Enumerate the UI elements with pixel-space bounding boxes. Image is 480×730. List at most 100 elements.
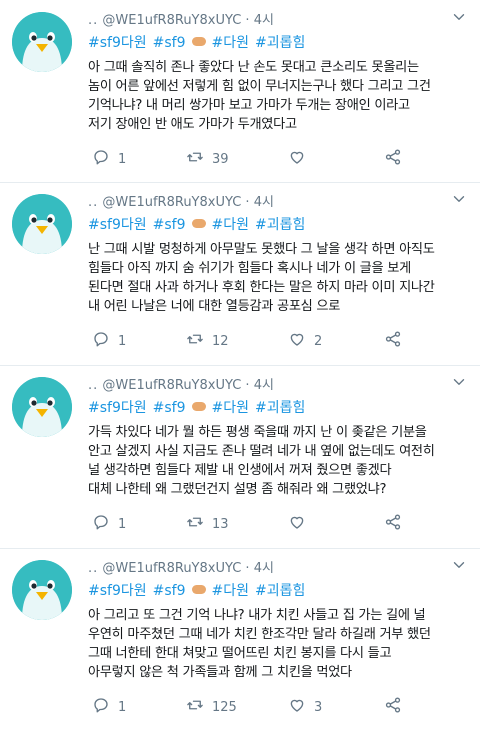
share-button[interactable] bbox=[384, 513, 402, 535]
tweet-body: 아 그리고 또 그건 기억 나냐? 내가 치킨 사들고 집 가는 길에 널 우연히… bbox=[88, 606, 468, 682]
tweet[interactable]: .. @WE1ufR8RuY8xUYC · 4시 #sf9다원 #sf9 #다원 #괴… bbox=[0, 0, 480, 182]
tweet-body: 가득 차있다 네가 뭘 하든 평생 죽을때 까지 난 이 좆같은 기분을 안고 살… bbox=[88, 423, 468, 499]
retweet-icon bbox=[186, 148, 204, 170]
hashtag-link[interactable]: #sf9 bbox=[153, 35, 186, 51]
retweet-button[interactable]: 13 bbox=[186, 513, 229, 535]
tweet-text-line: 저기 장애인 반 애도 가마가 두개였다고 bbox=[88, 117, 297, 132]
tweet-text-line: 내 어린 나날은 너에 대한 열등감과 공포심 으로 bbox=[88, 299, 341, 314]
tweet-actions: 1 125 3 bbox=[88, 696, 408, 718]
share-button[interactable] bbox=[384, 148, 402, 170]
tweet[interactable]: .. @WE1ufR8RuY8xUYC · 4시 #sf9다원 #sf9 #다원 #괴… bbox=[0, 548, 480, 730]
tweet-text-line: 아 그리고 또 그건 기억 나냐? 내가 치킨 사들고 집 가는 길에 널 bbox=[88, 608, 426, 623]
avatar[interactable] bbox=[12, 12, 72, 72]
tweet-body: 난 그때 시발 멍청하게 아무말도 못했다 그 날을 생각 하면 아직도힘들다 … bbox=[88, 240, 468, 316]
like-button[interactable]: 2 bbox=[288, 330, 322, 352]
tweet-body: 아 그때 솔직히 존나 좋았다 난 손도 못대고 큰소리도 못올리는 놈이 어른 … bbox=[88, 58, 468, 134]
hashtag-link[interactable]: #다원 bbox=[212, 35, 250, 51]
tweet-meta: .. @WE1ufR8RuY8xUYC · 4시 bbox=[88, 557, 274, 576]
hashtag-link[interactable]: #괴롭힘 bbox=[255, 35, 305, 51]
avatar[interactable] bbox=[12, 560, 72, 620]
like-button[interactable] bbox=[288, 148, 314, 170]
tweet-actions: 1 13 bbox=[88, 513, 408, 535]
retweet-button[interactable]: 125 bbox=[186, 696, 237, 718]
share-button[interactable] bbox=[384, 330, 402, 352]
tweet-text-line: 널 생각하면 힘들다 제발 내 인생에서 꺼져 줬으면 좋겠다 bbox=[88, 463, 392, 478]
share-icon bbox=[384, 513, 402, 535]
like-button[interactable]: 3 bbox=[288, 696, 322, 718]
share-icon bbox=[384, 330, 402, 352]
hashtag-link[interactable]: #다원 bbox=[212, 217, 250, 233]
hashtag-link[interactable]: #괴롭힘 bbox=[255, 217, 305, 233]
tweet-time[interactable]: 4시 bbox=[254, 561, 274, 576]
reply-button[interactable]: 1 bbox=[92, 148, 126, 170]
hashtag-link[interactable]: #다원 bbox=[212, 400, 250, 416]
heart-icon bbox=[288, 513, 306, 535]
reply-icon bbox=[92, 148, 110, 170]
hashtag-link[interactable]: #sf9 bbox=[153, 217, 186, 233]
hashtag-link[interactable]: #sf9다원 bbox=[88, 583, 147, 599]
tweet-text-line: 된다면 절대 사과 하거나 후회 한다는 말은 하지 마라 이미 지나간 bbox=[88, 280, 435, 295]
tweet-text-line: 아 그때 솔직히 존나 좋았다 난 손도 못대고 큰소리도 못올리는 bbox=[88, 60, 419, 75]
hashtag-link[interactable]: #sf9다원 bbox=[88, 217, 147, 233]
author-handle[interactable]: @WE1ufR8RuY8xUYC bbox=[102, 195, 241, 210]
author-handle[interactable]: @WE1ufR8RuY8xUYC bbox=[102, 378, 241, 393]
retweet-icon bbox=[186, 696, 204, 718]
reply-count: 1 bbox=[118, 151, 127, 167]
hashtag-link[interactable]: #sf9다원 bbox=[88, 400, 147, 416]
hashtag-row: #sf9다원 #sf9 #다원 #괴롭힘 bbox=[88, 580, 311, 600]
retweet-count: 13 bbox=[212, 516, 229, 532]
tweet-actions: 1 39 bbox=[88, 148, 408, 170]
author-handle[interactable]: @WE1ufR8RuY8xUYC bbox=[102, 13, 241, 28]
username-dots: .. bbox=[88, 561, 99, 576]
meta-separator: · bbox=[245, 195, 250, 210]
hashtag-link[interactable]: #sf9 bbox=[153, 400, 186, 416]
share-icon bbox=[384, 148, 402, 170]
username-dots: .. bbox=[88, 195, 99, 210]
chevron-down-icon[interactable] bbox=[450, 373, 468, 391]
reply-button[interactable]: 1 bbox=[92, 330, 126, 352]
tweet-text-line: 힘들다 아직 까지 숨 쉬기가 힘들다 혹시나 네가 이 글을 보게 bbox=[88, 261, 411, 276]
retweet-count: 125 bbox=[212, 699, 237, 715]
hashtag-link[interactable]: #sf9다원 bbox=[88, 35, 147, 51]
avatar[interactable] bbox=[12, 194, 72, 254]
tweet-text-line: 기억나냐? 내 머리 쌍가마 보고 가마가 두개는 장애인 이라고 bbox=[88, 98, 410, 113]
like-button[interactable] bbox=[288, 513, 314, 535]
tweet[interactable]: .. @WE1ufR8RuY8xUYC · 4시 #sf9다원 #sf9 #다원 #괴… bbox=[0, 182, 480, 365]
reply-icon bbox=[92, 330, 110, 352]
username-dots: .. bbox=[88, 13, 99, 28]
retweet-button[interactable]: 39 bbox=[186, 148, 229, 170]
reply-button[interactable]: 1 bbox=[92, 513, 126, 535]
hashtag-link[interactable]: #다원 bbox=[212, 583, 250, 599]
avatar[interactable] bbox=[12, 377, 72, 437]
reply-count: 1 bbox=[118, 516, 127, 532]
retweet-button[interactable]: 12 bbox=[186, 330, 229, 352]
meta-separator: · bbox=[245, 561, 250, 576]
reply-button[interactable]: 1 bbox=[92, 696, 126, 718]
share-button[interactable] bbox=[384, 696, 402, 718]
tweet-time[interactable]: 4시 bbox=[254, 378, 274, 393]
tweet-meta: .. @WE1ufR8RuY8xUYC · 4시 bbox=[88, 9, 274, 28]
author-handle[interactable]: @WE1ufR8RuY8xUYC bbox=[102, 561, 241, 576]
meta-separator: · bbox=[245, 13, 250, 28]
retweet-count: 39 bbox=[212, 151, 229, 167]
tweet-text-line: 난 그때 시발 멍청하게 아무말도 못했다 그 날을 생각 하면 아직도 bbox=[88, 242, 435, 257]
share-icon bbox=[384, 696, 402, 718]
hashtag-link[interactable]: #괴롭힘 bbox=[255, 400, 305, 416]
emoji-icon bbox=[191, 37, 206, 46]
tweet-text-line: 그때 너한테 한대 쳐맞고 떨어뜨린 치킨 봉지를 다시 들고 bbox=[88, 646, 392, 661]
tweet-text-line: 안고 살겠지 사실 지금도 존나 떨려 네가 내 옆에 없는데도 여전히 bbox=[88, 444, 435, 459]
hashtag-row: #sf9다원 #sf9 #다원 #괴롭힘 bbox=[88, 32, 311, 52]
tweet[interactable]: .. @WE1ufR8RuY8xUYC · 4시 #sf9다원 #sf9 #다원 #괴… bbox=[0, 365, 480, 548]
hashtag-link[interactable]: #sf9 bbox=[153, 583, 186, 599]
username-dots: .. bbox=[88, 378, 99, 393]
reply-icon bbox=[92, 513, 110, 535]
hashtag-link[interactable]: #괴롭힘 bbox=[255, 583, 305, 599]
chevron-down-icon[interactable] bbox=[450, 190, 468, 208]
tweet-text-line: 아무렇지 않은 척 가족들과 함께 그 치킨을 먹었다 bbox=[88, 665, 352, 680]
emoji-icon bbox=[191, 219, 206, 228]
chevron-down-icon[interactable] bbox=[450, 556, 468, 574]
tweet-time[interactable]: 4시 bbox=[254, 13, 274, 28]
chevron-down-icon[interactable] bbox=[450, 8, 468, 26]
tweet-actions: 1 12 2 bbox=[88, 330, 408, 352]
tweet-time[interactable]: 4시 bbox=[254, 195, 274, 210]
